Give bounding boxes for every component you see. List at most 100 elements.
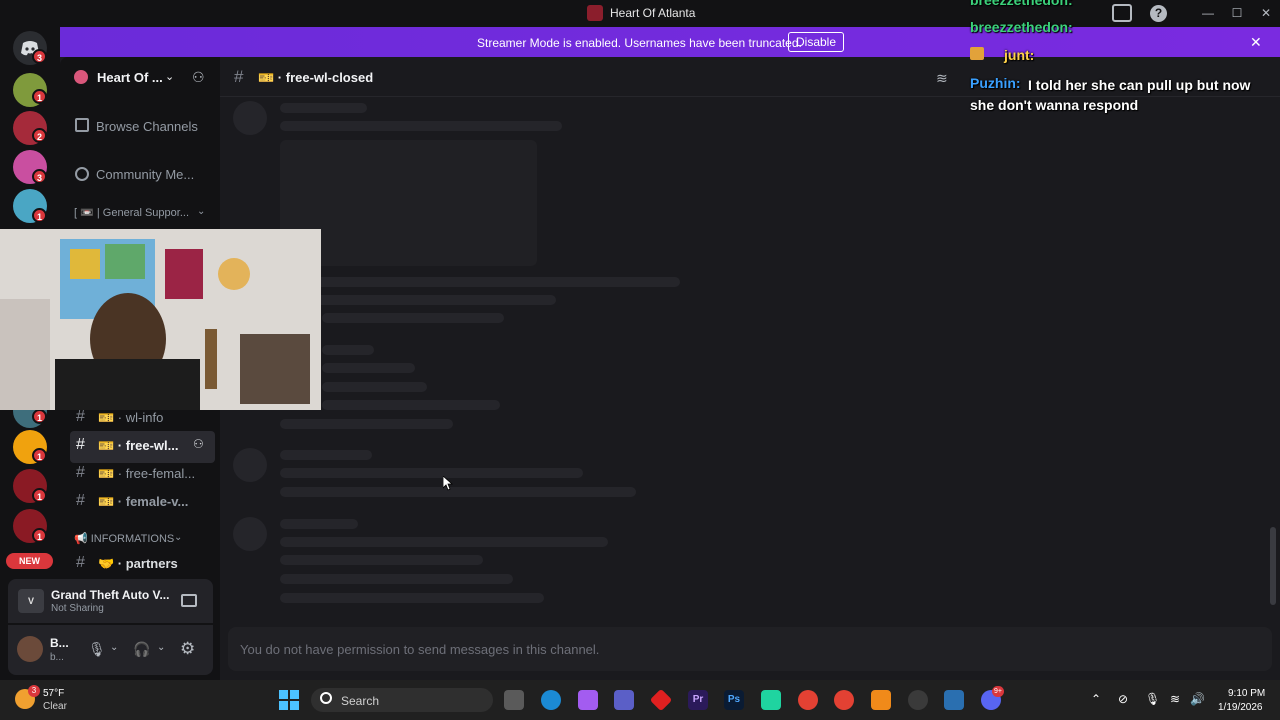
skeleton-line bbox=[322, 345, 374, 355]
notification-badge: 1 bbox=[32, 448, 47, 463]
inbox-icon[interactable] bbox=[1112, 4, 1132, 22]
hashtag-icon: # bbox=[234, 67, 244, 86]
clock-date[interactable]: 1/19/2026 bbox=[1218, 702, 1263, 713]
windows-start-icon[interactable] bbox=[279, 690, 299, 710]
copilot-icon[interactable] bbox=[578, 690, 598, 710]
banner-text: Streamer Mode is enabled. Usernames have… bbox=[477, 36, 802, 50]
chevron-down-icon[interactable]: ⌄ bbox=[157, 642, 165, 653]
threads-icon[interactable]: ≋ bbox=[936, 70, 948, 87]
photoshop-icon[interactable]: Ps bbox=[724, 690, 744, 710]
chrome-icon[interactable] bbox=[834, 690, 854, 710]
community-icon bbox=[75, 167, 89, 181]
wifi-icon[interactable]: ≋ bbox=[1170, 692, 1180, 706]
mouse-cursor-icon bbox=[443, 476, 453, 491]
username: B... bbox=[50, 636, 69, 650]
search-icon bbox=[320, 692, 332, 704]
skeleton-avatar bbox=[233, 101, 267, 135]
skeleton-line bbox=[280, 537, 608, 547]
skeleton-line bbox=[280, 295, 556, 305]
settings-gear-icon[interactable]: ⚙ bbox=[180, 639, 195, 659]
app-icon-blue[interactable] bbox=[944, 690, 964, 710]
skeleton-line bbox=[280, 487, 636, 497]
chat-username: breezzethedon: bbox=[970, 19, 1073, 35]
notification-badge: 3 bbox=[32, 49, 47, 64]
banner-close-icon[interactable]: ✕ bbox=[1250, 34, 1262, 51]
headphones-icon[interactable]: 🎧 bbox=[133, 641, 150, 658]
weather-temperature: 57°F bbox=[43, 688, 65, 699]
chevron-up-icon[interactable]: ⌃ bbox=[1091, 692, 1101, 706]
maximize-button[interactable]: ☐ bbox=[1227, 4, 1247, 22]
taskbar bbox=[0, 680, 1280, 720]
notification-badge: 1 bbox=[32, 208, 47, 223]
scrollbar[interactable] bbox=[1270, 527, 1276, 605]
hashtag-icon: # bbox=[76, 436, 85, 453]
taskbar-search[interactable] bbox=[311, 688, 493, 712]
skeleton-line bbox=[280, 277, 680, 287]
premiere-pro-icon[interactable]: Pr bbox=[688, 690, 708, 710]
chevron-down-icon[interactable]: ⌄ bbox=[110, 642, 118, 653]
category-general[interactable]: [ 📼 | General Suppor... bbox=[74, 206, 189, 219]
skeleton-avatar bbox=[233, 517, 267, 551]
minimize-button[interactable]: — bbox=[1198, 4, 1218, 22]
browse-channels-label: Browse Channels bbox=[96, 119, 198, 134]
skeleton-line bbox=[280, 121, 562, 131]
app-icon-green[interactable] bbox=[761, 690, 781, 710]
search-label: Search bbox=[341, 694, 380, 708]
network-icon[interactable]: ⊘ bbox=[1118, 692, 1128, 706]
channel-label: 🎫 · female-v... bbox=[98, 494, 189, 509]
microphone-icon[interactable]: 🎙 bbox=[1145, 692, 1160, 706]
create-invite-icon[interactable]: ⚇ bbox=[193, 437, 204, 451]
category-informations[interactable]: 📢 INFORMATIONS bbox=[74, 532, 174, 545]
clock-time[interactable]: 9:10 PM bbox=[1228, 688, 1265, 699]
help-icon[interactable]: ? bbox=[1150, 5, 1167, 22]
skeleton-avatar bbox=[233, 448, 267, 482]
new-badge: NEW bbox=[6, 553, 53, 569]
task-view-icon[interactable] bbox=[504, 690, 524, 710]
notification-badge: 1 bbox=[32, 409, 47, 424]
discord-badge: 9+ bbox=[992, 686, 1004, 697]
chat-username: breezzethedon: bbox=[970, 0, 1073, 8]
avatar[interactable] bbox=[17, 636, 43, 662]
game-icon: V bbox=[18, 589, 44, 613]
community-label: Community Me... bbox=[96, 167, 195, 182]
notification-badge: 2 bbox=[32, 128, 47, 143]
skeleton-line bbox=[322, 363, 415, 373]
skeleton-line bbox=[280, 593, 544, 603]
hashtag-icon: # bbox=[76, 554, 85, 571]
screen-share-icon[interactable] bbox=[181, 594, 197, 607]
teams-icon[interactable] bbox=[614, 690, 634, 710]
skeleton-line bbox=[280, 519, 358, 529]
webcam-overlay bbox=[0, 229, 321, 410]
hashtag-icon: # bbox=[76, 492, 85, 509]
invite-people-icon[interactable]: ⚇ bbox=[192, 69, 205, 86]
channel-label: 🎫 · wl-info bbox=[98, 410, 164, 425]
close-window-button[interactable]: ✕ bbox=[1256, 4, 1276, 22]
skeleton-line bbox=[280, 419, 453, 429]
volume-icon[interactable]: 🔊 bbox=[1190, 692, 1205, 706]
skeleton-line bbox=[322, 382, 427, 392]
skeleton-line bbox=[280, 450, 372, 460]
skeleton-line bbox=[280, 468, 583, 478]
app-icon bbox=[587, 5, 603, 21]
obs-icon[interactable] bbox=[908, 690, 928, 710]
window-title: Heart Of Atlanta bbox=[610, 6, 696, 20]
no-permission-text: You do not have permission to send messa… bbox=[240, 642, 600, 657]
hashtag-icon: # bbox=[76, 464, 85, 481]
notification-badge: 1 bbox=[32, 528, 47, 543]
disable-streamer-mode-button[interactable]: Disable bbox=[788, 32, 844, 52]
microphone-icon[interactable]: 🎙 bbox=[88, 641, 106, 658]
skeleton-line bbox=[322, 313, 504, 323]
crown-badge-icon bbox=[970, 47, 984, 60]
user-subtext: b... bbox=[50, 652, 64, 663]
app-icon-orange[interactable] bbox=[871, 690, 891, 710]
skeleton-line bbox=[280, 103, 367, 113]
edge-browser-icon[interactable] bbox=[541, 690, 561, 710]
chat-username: junt: bbox=[1004, 47, 1035, 63]
chrome-icon[interactable] bbox=[798, 690, 818, 710]
skeleton-line bbox=[280, 555, 483, 565]
server-name-dropdown[interactable]: Heart Of ... bbox=[97, 70, 163, 85]
game-title: Grand Theft Auto V... bbox=[51, 588, 170, 602]
server-logo-icon bbox=[74, 70, 88, 84]
notification-badge: 1 bbox=[32, 488, 47, 503]
channel-label: 🎫 · free-femal... bbox=[98, 466, 196, 481]
